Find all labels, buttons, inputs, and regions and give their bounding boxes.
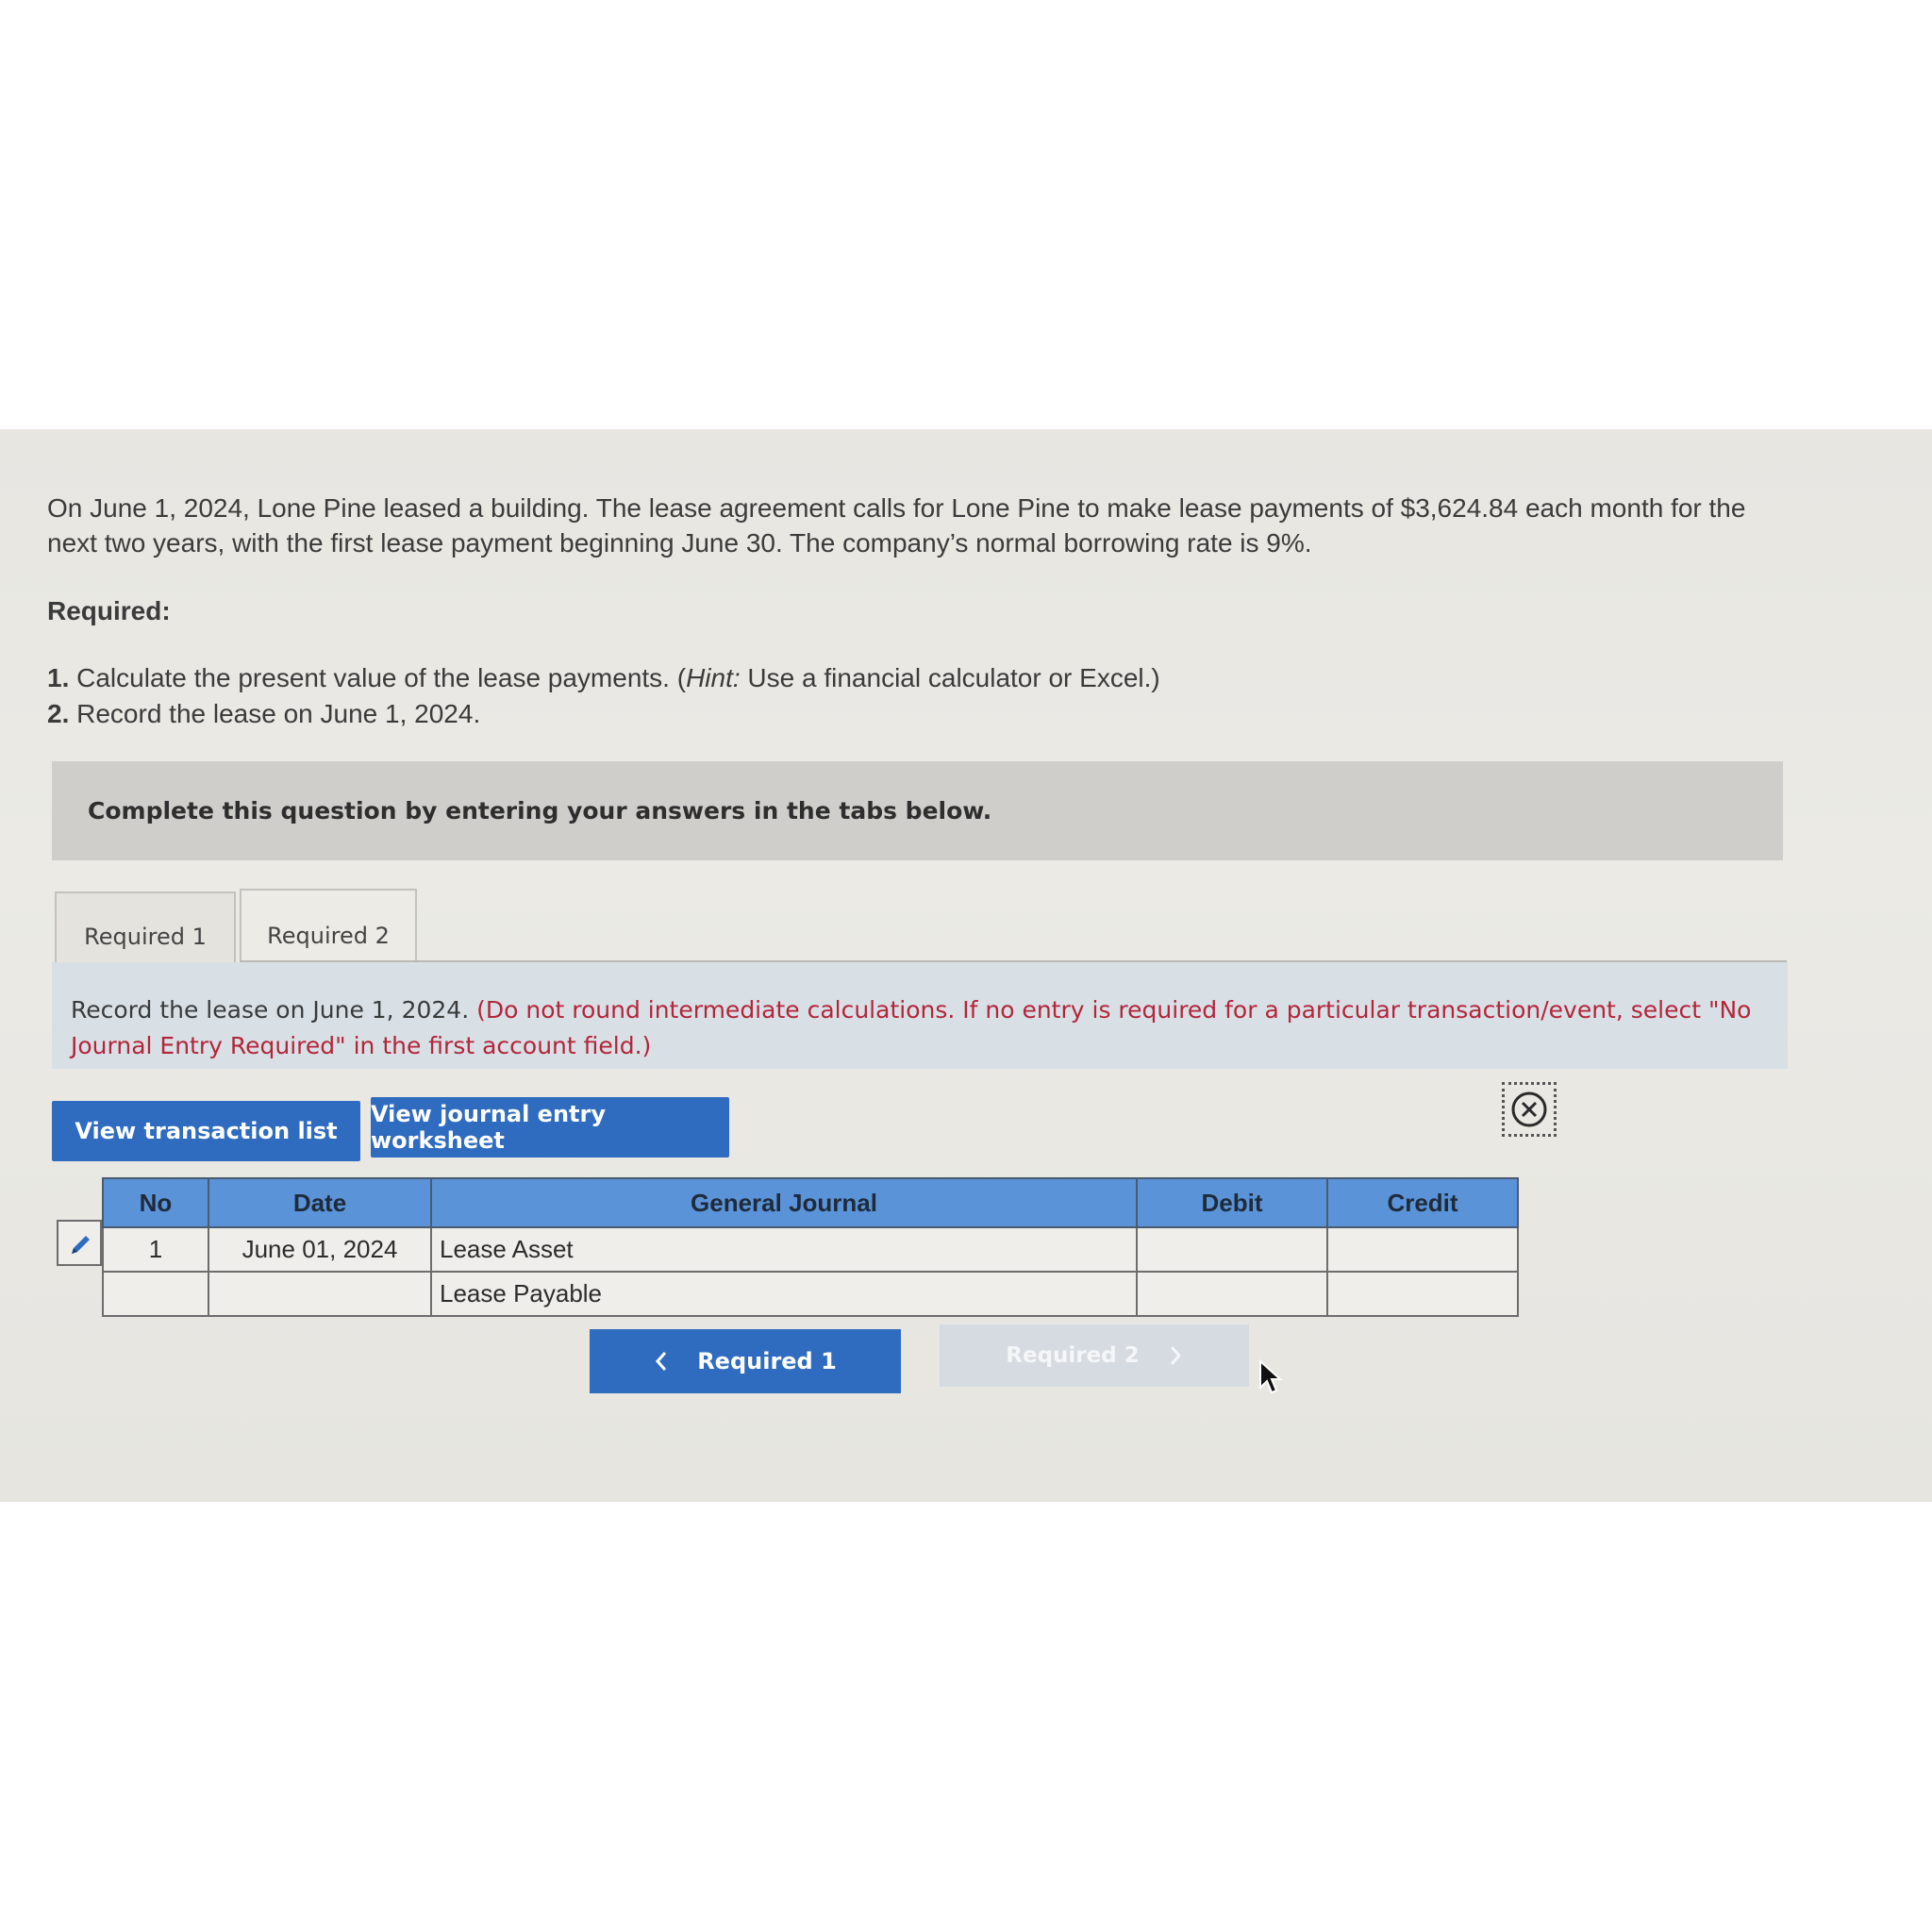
header-debit: Debit — [1136, 1177, 1328, 1228]
pencil-icon — [72, 1236, 90, 1254]
cell-no — [102, 1271, 209, 1317]
prev-required-1-button[interactable]: Required 1 — [590, 1329, 901, 1393]
problem-statement: On June 1, 2024, Lone Pine leased a buil… — [47, 493, 1746, 558]
table-row: 1 June 01, 2024 Lease Asset — [102, 1226, 1519, 1273]
required-heading: Required: — [47, 596, 171, 625]
required-item-2: 2. Record the lease on June 1, 2024. — [47, 696, 1792, 732]
table-header-row: No Date General Journal Debit Credit — [102, 1177, 1519, 1228]
chevron-right-icon — [1170, 1346, 1181, 1365]
item-text: Calculate the present value of the lease… — [69, 663, 687, 692]
cell-date — [208, 1271, 432, 1317]
header-date: Date — [208, 1177, 432, 1228]
view-journal-entry-worksheet-button[interactable]: View journal entry worksheet — [371, 1097, 729, 1158]
edit-entry-button[interactable] — [57, 1220, 102, 1266]
header-no: No — [102, 1177, 209, 1228]
banner-text: Complete this question by entering your … — [88, 797, 992, 824]
cell-date: June 01, 2024 — [208, 1226, 432, 1273]
header-general-journal: General Journal — [430, 1177, 1138, 1228]
required-item-1: 1. Calculate the present value of the le… — [47, 660, 1792, 696]
mouse-pointer-icon — [1259, 1359, 1283, 1394]
close-icon[interactable] — [1502, 1082, 1557, 1137]
cell-debit[interactable] — [1136, 1271, 1328, 1317]
item-number: 1. — [47, 663, 70, 692]
close-circle-icon — [1511, 1091, 1547, 1127]
cell-debit[interactable] — [1136, 1226, 1328, 1273]
instruction-lead: Record the lease on June 1, 2024. — [71, 996, 470, 1024]
cell-account[interactable]: Lease Asset — [430, 1226, 1138, 1273]
cell-no: 1 — [102, 1226, 209, 1273]
hint-label: Hint: — [686, 663, 741, 692]
cell-account[interactable]: Lease Payable — [430, 1271, 1138, 1317]
item-text: Record the lease on June 1, 2024. — [69, 699, 481, 728]
header-credit: Credit — [1326, 1177, 1519, 1228]
tab-label: Required 1 — [84, 924, 207, 950]
prev-label: Required 1 — [697, 1348, 837, 1374]
item-text-after: Use a financial calculator or Excel.) — [740, 663, 1160, 692]
tab-label: Required 2 — [267, 923, 390, 949]
table-row: Lease Payable — [102, 1271, 1519, 1317]
screen: On June 1, 2024, Lone Pine leased a buil… — [0, 429, 1932, 1502]
chevron-left-icon — [656, 1352, 667, 1371]
general-journal-table: No Date General Journal Debit Credit 1 J… — [102, 1177, 1519, 1317]
instructions-banner: Complete this question by entering your … — [52, 761, 1783, 860]
next-required-2-button: Required 2 — [940, 1324, 1249, 1387]
cell-credit[interactable] — [1326, 1271, 1519, 1317]
view-transaction-list-button[interactable]: View transaction list — [52, 1101, 360, 1161]
next-label: Required 2 — [1006, 1343, 1140, 1368]
required-list: 1. Calculate the present value of the le… — [47, 660, 1792, 732]
instruction-text: Record the lease on June 1, 2024. (Do no… — [71, 992, 1769, 1064]
item-number: 2. — [47, 699, 70, 728]
tab-instruction-panel: Record the lease on June 1, 2024. (Do no… — [52, 962, 1788, 1069]
cell-credit[interactable] — [1326, 1226, 1519, 1273]
